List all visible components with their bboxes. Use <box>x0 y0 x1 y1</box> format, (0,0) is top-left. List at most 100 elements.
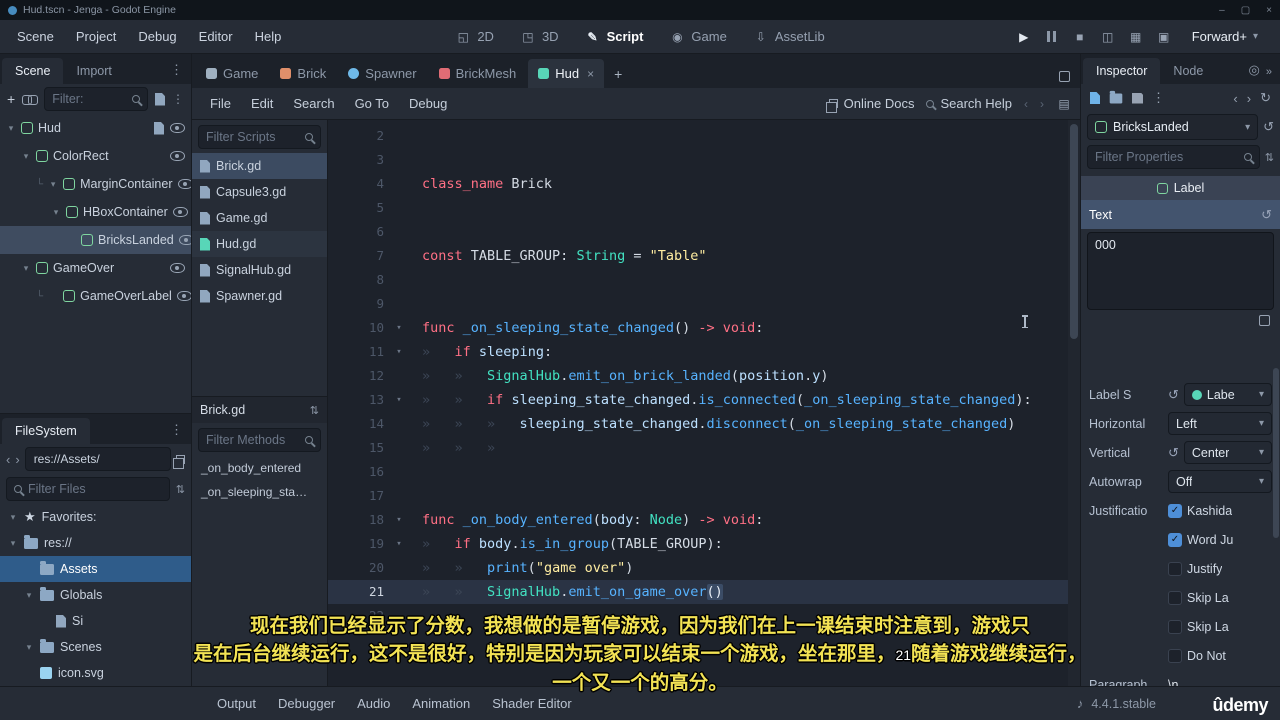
scrollbar-thumb[interactable] <box>1070 124 1078 339</box>
expand-text-editor-icon[interactable] <box>1259 314 1270 326</box>
script-menu-search[interactable]: Search <box>283 92 344 115</box>
code-line-5[interactable]: 5 <box>328 196 1080 220</box>
menu-help[interactable]: Help <box>244 25 293 48</box>
tab-import[interactable]: Import <box>63 58 124 84</box>
maximize-button[interactable]: ▢ <box>1241 5 1250 16</box>
tree-arrow-icon[interactable]: ▾ <box>21 151 31 162</box>
filesystem-item-assets[interactable]: Assets <box>0 556 191 582</box>
visibility-eye-icon[interactable] <box>176 291 191 301</box>
tab-filesystem[interactable]: FileSystem <box>2 418 90 444</box>
script-menu-edit[interactable]: Edit <box>241 92 283 115</box>
tab-inspector[interactable]: Inspector <box>1083 58 1161 84</box>
scene-filter-input[interactable]: Filter: <box>44 87 148 111</box>
save-resource-icon[interactable] <box>1132 92 1143 104</box>
code-line-21[interactable]: 21 » » SignalHub.emit_on_game_over() <box>328 580 1080 604</box>
fold-icon[interactable]: ▾ <box>390 340 408 364</box>
visibility-eye-icon[interactable] <box>177 179 191 189</box>
code-line-15[interactable]: 15 » » » <box>328 436 1080 460</box>
code-line-9[interactable]: 9 <box>328 292 1080 316</box>
code-line-16[interactable]: 16 <box>328 460 1080 484</box>
revert-icon[interactable]: ↺ <box>1168 387 1179 403</box>
script-item-game-gd[interactable]: Game.gd <box>192 205 327 231</box>
tree-arrow-icon[interactable]: ▾ <box>21 263 31 274</box>
code-line-2[interactable]: 2 <box>328 124 1080 148</box>
scene-tree-item-brickslanded[interactable]: BricksLanded <box>0 226 191 254</box>
menu-debug[interactable]: Debug <box>127 25 187 48</box>
load-resource-icon[interactable] <box>1109 90 1123 103</box>
scene-tree-menu-icon[interactable]: ⋮ <box>172 92 184 106</box>
code-line-3[interactable]: 3 <box>328 148 1080 172</box>
code-line-20[interactable]: 20 » » print("game over") <box>328 556 1080 580</box>
code-line-18[interactable]: 18 ▾ func _on_body_entered(body: Node) -> … <box>328 508 1080 532</box>
remote-debug-icon[interactable]: ◫ <box>1100 29 1116 45</box>
back-icon[interactable]: ‹ <box>6 452 10 467</box>
script-item-capsule3-gd[interactable]: Capsule3.gd <box>192 179 327 205</box>
add-node-button[interactable]: + <box>7 91 15 107</box>
script-item-brick-gd[interactable]: Brick.gd <box>192 153 327 179</box>
forward-icon[interactable]: › <box>1247 91 1251 106</box>
script-menu-file[interactable]: File <box>200 92 241 115</box>
scene-tab-hud[interactable]: Hud × <box>528 59 605 88</box>
visibility-eye-icon[interactable] <box>170 123 185 133</box>
audio-icon[interactable]: ♪ <box>1077 696 1084 711</box>
menu-editor[interactable]: Editor <box>188 25 244 48</box>
tab-node[interactable]: Node <box>1160 58 1216 84</box>
filesystem-item-globals[interactable]: ▾ Globals <box>0 582 191 608</box>
close-icon[interactable]: × <box>587 67 594 81</box>
method-item[interactable]: _on_body_entered <box>192 456 327 480</box>
new-scene-tab-button[interactable]: + <box>606 60 630 88</box>
scene-tab-brick[interactable]: Brick <box>270 59 336 88</box>
code-line-10[interactable]: 10 ▾ func _on_sleeping_state_changed() -> … <box>328 316 1080 340</box>
code-line-11[interactable]: 11 ▾» if sleeping: <box>328 340 1080 364</box>
code-line-7[interactable]: 7 const TABLE_GROUP: String = "Table" <box>328 244 1080 268</box>
code-editor[interactable]: 2 3 4 class_name Brick 5 6 7 const TABLE_GROUP:… <box>328 120 1080 686</box>
expand-dock-icon[interactable]: » <box>1264 60 1280 84</box>
panel-toggle-icon[interactable]: ▤ <box>1056 96 1072 112</box>
dock-menu-icon[interactable]: ⋮ <box>162 416 191 444</box>
close-button[interactable]: × <box>1266 5 1272 16</box>
method-item[interactable]: _on_sleeping_sta… <box>192 480 327 504</box>
code-line-17[interactable]: 17 <box>328 484 1080 508</box>
code-scrollbar[interactable] <box>1068 120 1080 686</box>
script-menu-go-to[interactable]: Go To <box>345 92 399 115</box>
property-row-text[interactable]: Text ↺ <box>1081 200 1280 229</box>
scene-tree-item-colorrect[interactable]: ▾ ColorRect <box>0 142 191 170</box>
tree-arrow-icon[interactable]: ▾ <box>8 512 18 523</box>
filesystem-filter-input[interactable]: Filter Files <box>6 477 170 501</box>
text-property-editor[interactable]: 000 <box>1087 232 1274 310</box>
revert-icon[interactable]: ↺ <box>1168 445 1179 461</box>
inspector-scrollbar[interactable] <box>1271 172 1279 686</box>
filter-scripts-input[interactable]: Filter Scripts <box>198 125 321 149</box>
online-docs-link[interactable]: Online Docs <box>825 96 914 113</box>
minimize-button[interactable]: – <box>1219 5 1225 16</box>
workspace-tab-assetlib[interactable]: ⇩ AssetLib <box>743 25 835 49</box>
split-view-icon[interactable] <box>173 454 185 469</box>
workspace-tab-3d[interactable]: ◳ 3D <box>510 25 569 49</box>
code-line-13[interactable]: 13 ▾» » if sleeping_state_changed.is_conn… <box>328 388 1080 412</box>
workspace-tab-game[interactable]: ◉ Game <box>659 25 736 49</box>
script-menu-debug[interactable]: Debug <box>399 92 457 115</box>
code-line-6[interactable]: 6 <box>328 220 1080 244</box>
resource-menu-icon[interactable]: ⋮ <box>1152 90 1165 106</box>
workspace-tab-script[interactable]: ✎ Script <box>575 25 654 49</box>
filesystem-item-res-[interactable]: ▾ res:// <box>0 530 191 556</box>
fold-icon[interactable]: ▾ <box>390 508 408 532</box>
scene-tree-item-hud[interactable]: ▾ Hud <box>0 114 191 142</box>
script-item-signalhub-gd[interactable]: SignalHub.gd <box>192 257 327 283</box>
fold-icon[interactable]: ▾ <box>390 316 408 340</box>
renderer-dropdown[interactable]: Forward+ ▾ <box>1184 26 1266 47</box>
visibility-eye-icon[interactable] <box>170 151 185 161</box>
property-tools-icon[interactable]: ⇅ <box>1265 151 1274 164</box>
attach-script-icon[interactable] <box>155 92 165 106</box>
stop-button[interactable]: ■ <box>1072 29 1088 45</box>
tree-arrow-icon[interactable]: ▾ <box>51 207 61 218</box>
search-help-link[interactable]: Search Help <box>926 96 1012 111</box>
fold-icon[interactable]: ▾ <box>390 388 408 412</box>
tree-arrow-icon[interactable]: ▾ <box>24 590 34 601</box>
method-sort-icon[interactable]: ⇅ <box>310 404 319 417</box>
menu-project[interactable]: Project <box>65 25 127 48</box>
scene-tree-item-gameoverlabel[interactable]: └ GameOverLabel <box>0 282 191 310</box>
scrollbar-thumb[interactable] <box>1273 368 1279 538</box>
extra-options-icon[interactable]: ↺ <box>1263 119 1274 135</box>
sort-icon[interactable]: ⇅ <box>176 483 185 496</box>
